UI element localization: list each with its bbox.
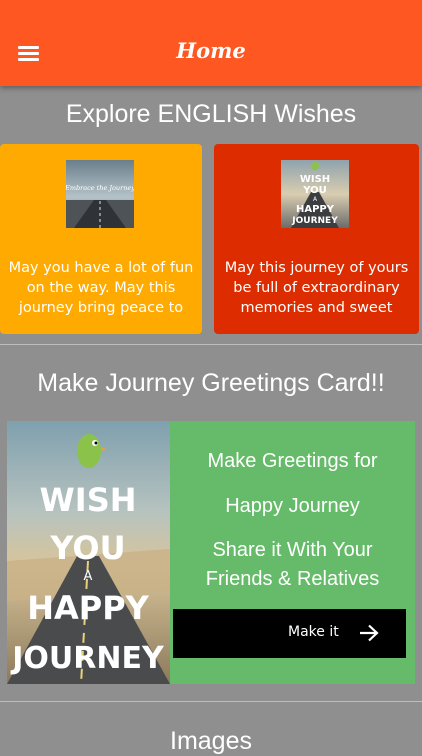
make-it-label: Make it: [288, 624, 339, 640]
thumb-caption: Embrace the Journey: [66, 184, 134, 192]
page-title: Home: [176, 38, 246, 63]
images-section-title: Images: [170, 727, 252, 755]
svg-text:YOU: YOU: [49, 529, 125, 567]
arrow-right-icon: [360, 624, 379, 642]
greeting-section-title: Make Journey Greetings Card!!: [37, 369, 385, 397]
svg-text:YOU: YOU: [302, 185, 327, 196]
app-bar: Home: [0, 0, 422, 86]
greeting-line-3: Share it With Your: [212, 539, 373, 561]
wish-card-memories[interactable]: WISH YOU A HAPPY JOURNEY May this journe…: [214, 144, 419, 334]
svg-text:HAPPY: HAPPY: [296, 204, 335, 215]
wish-you-happy-journey-thumbnail: WISH YOU A HAPPY JOURNEY: [281, 160, 349, 228]
svg-text:JOURNEY: JOURNEY: [291, 216, 338, 226]
wish-card-text: May this journey of yours be full of ext…: [224, 260, 409, 316]
divider: [0, 344, 422, 345]
svg-text:A: A: [84, 569, 93, 584]
greeting-line-1: Make Greetings for: [207, 450, 378, 472]
svg-text:WISH: WISH: [39, 481, 136, 519]
greeting-line-4: Friends & Relatives: [205, 568, 380, 590]
svg-text:HAPPY: HAPPY: [27, 589, 149, 627]
greeting-line-2: Happy Journey: [225, 495, 360, 517]
divider: [0, 701, 422, 702]
make-it-button[interactable]: Make it: [173, 609, 406, 658]
wish-card-text: May you have a lot of fun on the way. Ma…: [8, 260, 194, 316]
svg-text:JOURNEY: JOURNEY: [10, 641, 165, 676]
wish-you-happy-journey-image: WISH YOU A HAPPY JOURNEY: [7, 421, 170, 684]
svg-text:WISH: WISH: [300, 174, 330, 185]
greetings-card-promo: WISH YOU A HAPPY JOURNEY Make Greetings …: [7, 421, 415, 684]
explore-section-title: Explore ENGLISH Wishes: [65, 100, 357, 128]
wish-card-fun[interactable]: Embrace the Journey May you have a lot o…: [0, 144, 202, 334]
embrace-journey-thumbnail: Embrace the Journey: [66, 160, 134, 228]
